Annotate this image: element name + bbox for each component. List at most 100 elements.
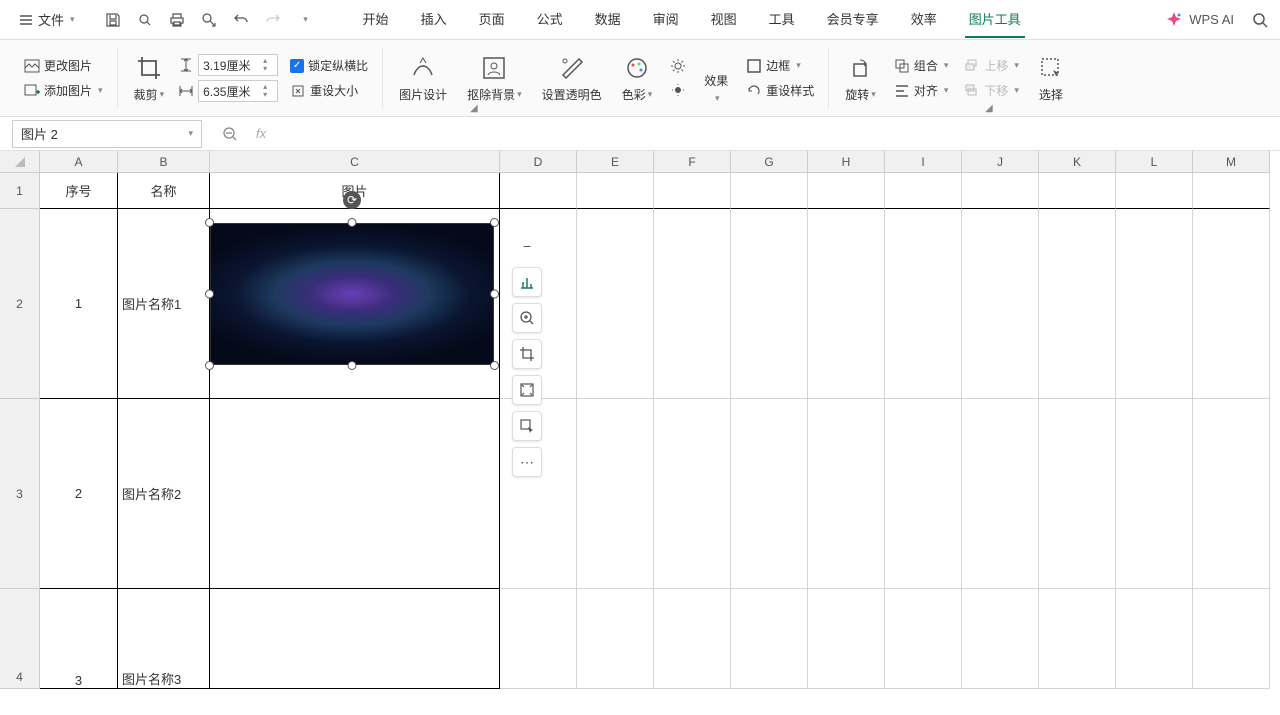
cell-A1[interactable]: 序号 xyxy=(40,173,118,209)
cell[interactable] xyxy=(962,399,1039,589)
cell[interactable] xyxy=(654,589,731,689)
cell-C4[interactable] xyxy=(210,589,500,689)
save-icon[interactable] xyxy=(103,10,123,30)
cell[interactable] xyxy=(1116,399,1193,589)
cell-A4[interactable]: 3 xyxy=(40,589,118,689)
tab-picture-tools[interactable]: 图片工具 xyxy=(965,1,1025,38)
cell[interactable] xyxy=(1039,209,1116,399)
tab-member[interactable]: 会员专享 xyxy=(823,1,883,38)
cell[interactable] xyxy=(1193,173,1270,209)
tab-insert[interactable]: 插入 xyxy=(417,1,451,38)
cell[interactable] xyxy=(731,173,808,209)
resize-handle-tm[interactable] xyxy=(348,218,357,227)
cell[interactable] xyxy=(731,589,808,689)
cell[interactable] xyxy=(1193,209,1270,399)
resize-handle-mr[interactable] xyxy=(490,290,499,299)
color-button[interactable]: 色彩▾ xyxy=(616,50,659,107)
print-icon[interactable] xyxy=(167,10,187,30)
col-header-F[interactable]: F xyxy=(654,151,731,173)
lock-ratio-checkbox[interactable]: ✓锁定纵横比 xyxy=(286,55,372,76)
cell[interactable] xyxy=(808,399,885,589)
wps-ai-button[interactable]: WPS AI xyxy=(1165,11,1234,29)
cell[interactable] xyxy=(1193,399,1270,589)
fx-label[interactable]: fx xyxy=(256,126,266,141)
cell[interactable] xyxy=(885,589,962,689)
embedded-image[interactable] xyxy=(210,223,494,365)
cell[interactable] xyxy=(1039,589,1116,689)
cell[interactable] xyxy=(962,173,1039,209)
cell[interactable] xyxy=(577,173,654,209)
tab-start[interactable]: 开始 xyxy=(359,1,393,38)
cell[interactable] xyxy=(808,209,885,399)
cell-C3[interactable] xyxy=(210,399,500,589)
search-icon[interactable] xyxy=(1250,10,1270,30)
cell[interactable] xyxy=(654,173,731,209)
rotate-handle[interactable]: ⟳ xyxy=(343,191,361,209)
tab-page[interactable]: 页面 xyxy=(475,1,509,38)
dialog-launcher-icon[interactable]: ◢ xyxy=(470,103,478,114)
cell[interactable] xyxy=(1116,209,1193,399)
float-cursor-icon[interactable] xyxy=(512,411,542,441)
cell[interactable] xyxy=(500,589,577,689)
cell[interactable] xyxy=(731,399,808,589)
col-header-J[interactable]: J xyxy=(962,151,1039,173)
spinner-down[interactable]: ▾ xyxy=(263,91,273,99)
cell[interactable] xyxy=(808,589,885,689)
float-zoom-icon[interactable] xyxy=(512,303,542,333)
pic-design-button[interactable]: 图片设计 xyxy=(393,50,453,107)
cell[interactable] xyxy=(885,399,962,589)
col-header-G[interactable]: G xyxy=(731,151,808,173)
select-button[interactable]: 选择 xyxy=(1031,50,1071,107)
cell-A2[interactable]: 1 xyxy=(40,209,118,399)
col-header-D[interactable]: D xyxy=(500,151,577,173)
change-pic-button[interactable]: 更改图片 xyxy=(20,55,107,76)
resize-handle-tl[interactable] xyxy=(205,218,214,227)
reset-style-button[interactable]: 重设样式 xyxy=(742,80,818,101)
tab-review[interactable]: 审阅 xyxy=(649,1,683,38)
cell[interactable] xyxy=(731,209,808,399)
remove-bg-button[interactable]: 抠除背景▾ xyxy=(461,50,528,107)
cell[interactable] xyxy=(1116,173,1193,209)
tab-view[interactable]: 视图 xyxy=(707,1,741,38)
brightness-down-icon[interactable] xyxy=(666,80,690,100)
col-header-K[interactable]: K xyxy=(1039,151,1116,173)
effect-button[interactable]: 效果▾ xyxy=(698,48,734,108)
qat-more-icon[interactable]: ▾ xyxy=(295,10,315,30)
move-up-button[interactable]: 上移▾ xyxy=(960,55,1023,76)
col-header-L[interactable]: L xyxy=(1116,151,1193,173)
row-header-1[interactable]: 1 xyxy=(0,173,40,209)
float-crop-icon[interactable] xyxy=(512,339,542,369)
row-header-4[interactable]: 4 xyxy=(0,589,40,689)
cell-B3[interactable]: 图片名称2 xyxy=(118,399,210,589)
file-menu[interactable]: 文件 ▾ xyxy=(10,6,83,33)
resize-handle-bl[interactable] xyxy=(205,361,214,370)
tab-data[interactable]: 数据 xyxy=(591,1,625,38)
resize-handle-tr[interactable] xyxy=(490,218,499,227)
cell[interactable] xyxy=(654,399,731,589)
dialog-launcher-icon[interactable]: ◢ xyxy=(985,103,993,114)
align-button[interactable]: 对齐▾ xyxy=(890,80,953,101)
brightness-up-icon[interactable] xyxy=(666,56,690,76)
spinner-down[interactable]: ▾ xyxy=(263,65,273,73)
tab-formula[interactable]: 公式 xyxy=(533,1,567,38)
resize-handle-ml[interactable] xyxy=(205,290,214,299)
zoom-out-icon[interactable] xyxy=(222,126,242,142)
name-box[interactable]: 图片 2 ▾ xyxy=(12,120,202,148)
col-header-B[interactable]: B xyxy=(118,151,210,173)
crop-button[interactable]: 裁剪▾ xyxy=(128,50,171,107)
tab-tools[interactable]: 工具 xyxy=(765,1,799,38)
width-input[interactable]: 6.35厘米▴▾ xyxy=(198,80,278,102)
cell[interactable] xyxy=(500,173,577,209)
cell[interactable] xyxy=(1116,589,1193,689)
cell[interactable] xyxy=(1039,399,1116,589)
float-more-icon[interactable]: ⋯ xyxy=(512,447,542,477)
row-header-2[interactable]: 2 xyxy=(0,209,40,399)
cell[interactable] xyxy=(577,589,654,689)
find-icon[interactable] xyxy=(199,10,219,30)
cell[interactable] xyxy=(1193,589,1270,689)
height-input[interactable]: 3.19厘米▴▾ xyxy=(198,54,278,76)
cell[interactable] xyxy=(962,589,1039,689)
tab-efficiency[interactable]: 效率 xyxy=(907,1,941,38)
embedded-image-selected[interactable]: ⟳ xyxy=(210,223,494,365)
move-down-button[interactable]: 下移▾ xyxy=(960,80,1023,101)
